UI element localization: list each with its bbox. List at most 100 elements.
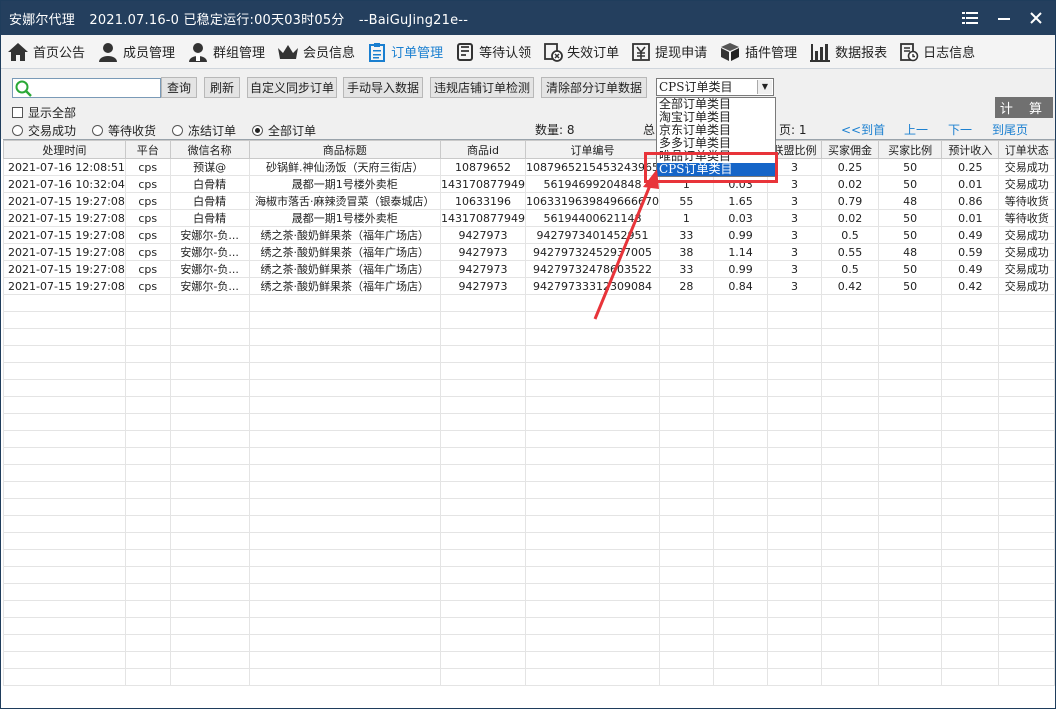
- table-cell: 94279733312309084: [524, 277, 660, 295]
- chevron-down-icon[interactable]: ▼: [757, 80, 772, 94]
- radio-dot[interactable]: [12, 125, 23, 136]
- tab-home[interactable]: 首页公告: [1, 35, 91, 69]
- table-cell: [712, 617, 769, 635]
- column-header[interactable]: 预计收入: [941, 140, 1000, 159]
- query-button[interactable]: 查询: [161, 77, 197, 98]
- table-cell: [712, 549, 769, 567]
- column-header[interactable]: 订单状态: [998, 140, 1055, 159]
- radio-dot-selected[interactable]: [252, 125, 264, 136]
- table-cell: [3, 549, 126, 567]
- empty-row: [3, 583, 1055, 601]
- tab-orders[interactable]: 订单管理: [361, 35, 449, 69]
- table-cell: [248, 583, 441, 601]
- column-header[interactable]: 订单编号: [524, 140, 660, 159]
- radio-awaiting[interactable]: 等待收货: [92, 122, 156, 139]
- empty-row: [3, 498, 1055, 516]
- table-cell: [820, 396, 880, 414]
- user-label: --BaiGuJing21e--: [358, 12, 469, 28]
- table-cell: [169, 481, 250, 499]
- main-nav: 首页公告 成员管理 群组管理 会员信息 订单管理 等待认领 失效订单 提现申请: [1, 35, 1055, 69]
- column-header[interactable]: 微信名称: [169, 140, 250, 159]
- empty-row: [3, 345, 1055, 363]
- table-row[interactable]: 2021-07-16 10:32:04 cps 白骨精 晟都一期1号楼外卖柜 14317…: [3, 175, 1055, 193]
- table-cell: [878, 651, 943, 669]
- radio-frozen[interactable]: 冻结订单: [172, 122, 236, 139]
- tab-invalid[interactable]: 失效订单: [537, 35, 625, 69]
- table-cell: [3, 328, 126, 346]
- calculate-button[interactable]: 计 算: [995, 97, 1053, 118]
- total-label: 总: [643, 123, 656, 137]
- manual-import-button[interactable]: 手动导入数据: [343, 77, 423, 98]
- tab-pending[interactable]: 等待认领: [449, 35, 537, 69]
- column-header[interactable]: 处理时间: [3, 140, 126, 159]
- table-cell: [767, 311, 822, 329]
- tab-reports[interactable]: 数据报表: [803, 35, 893, 69]
- order-count: 数量: 8: [535, 123, 575, 137]
- table-row[interactable]: 2021-07-15 19:27:08 cps 安娜尔-负... 绣之茶·酸奶鲜果茶（…: [3, 260, 1055, 278]
- table-cell: 0.02: [820, 175, 880, 193]
- table-cell: 9427973: [439, 277, 526, 295]
- refresh-button[interactable]: 刷新: [204, 77, 240, 98]
- table-cell: [3, 345, 126, 363]
- table-cell: 2021-07-16 12:08:51: [3, 158, 126, 176]
- table-cell: [124, 464, 171, 482]
- radio-success[interactable]: 交易成功: [12, 122, 76, 139]
- tab-withdraw[interactable]: 提现申请: [625, 35, 713, 69]
- table-cell: 143170877949: [439, 175, 526, 193]
- custom-sync-button[interactable]: 自定义同步订单: [247, 77, 337, 98]
- table-cell: [767, 362, 822, 380]
- column-header[interactable]: 商品id: [439, 140, 526, 159]
- table-cell: [941, 430, 1000, 448]
- column-header[interactable]: 商品标题: [248, 140, 441, 159]
- table-row[interactable]: 2021-07-15 19:27:08 cps 安娜尔-负... 绣之茶·酸奶鲜果茶（…: [3, 226, 1055, 244]
- tab-plugins[interactable]: 插件管理: [713, 35, 803, 69]
- column-header[interactable]: 平台: [124, 140, 171, 159]
- table-cell: [169, 634, 250, 652]
- table-cell: [878, 345, 943, 363]
- table-cell: [439, 668, 526, 686]
- table-cell: [3, 379, 126, 397]
- close-icon[interactable]: [1019, 1, 1053, 35]
- table-row[interactable]: 2021-07-15 19:27:08 cps 安娜尔-负... 绣之茶·酸奶鲜果茶（…: [3, 277, 1055, 295]
- radio-all[interactable]: 全部订单: [252, 122, 316, 139]
- table-row[interactable]: 2021-07-15 19:27:08 cps 白骨精 晟都一期1号楼外卖柜 14317…: [3, 209, 1055, 227]
- violation-check-button[interactable]: 违规店铺订单检测: [430, 77, 534, 98]
- show-all-checkbox[interactable]: 显示全部: [12, 104, 76, 121]
- table-cell: 55: [658, 192, 714, 210]
- table-cell: [3, 566, 126, 584]
- table-cell: 2021-07-16 10:32:04: [3, 175, 126, 193]
- tab-groups[interactable]: 群组管理: [181, 35, 271, 69]
- table-cell: [124, 600, 171, 618]
- category-select[interactable]: CPS订单类目 ▼: [656, 78, 774, 96]
- table-cell: [820, 464, 880, 482]
- table-cell: [248, 634, 441, 652]
- checkbox-box[interactable]: [12, 107, 23, 118]
- table-cell: 0.59: [941, 243, 1000, 261]
- table-cell: 交易成功: [998, 226, 1055, 244]
- column-header[interactable]: 买家比例: [878, 140, 943, 159]
- table-cell: [248, 651, 441, 669]
- search-input[interactable]: [12, 78, 161, 98]
- table-cell: 38: [658, 243, 714, 261]
- clear-partial-button[interactable]: 清除部分订单数据: [541, 77, 647, 98]
- column-header[interactable]: 买家佣金: [820, 140, 880, 159]
- tab-vip[interactable]: 会员信息: [271, 35, 361, 69]
- table-header-row: 处理时间 平台 微信名称 商品标题 商品id 订单编号 联盟比例 买家佣金 买家比例 预计收入 订单…: [3, 140, 1055, 159]
- table-cell: 交易成功: [998, 175, 1055, 193]
- table-cell: [524, 396, 660, 414]
- table-row[interactable]: 2021-07-15 19:27:08 cps 白骨精 海椒市落舌·麻辣烫冒菜（银泰城…: [3, 192, 1055, 210]
- menu-icon[interactable]: [953, 1, 987, 35]
- table-cell: [712, 498, 769, 516]
- status-filter: 交易成功 等待收货 冻结订单 全部订单: [12, 122, 332, 139]
- table-cell: 绣之茶·酸奶鲜果茶（福年广场店）: [248, 226, 441, 244]
- table-row[interactable]: 2021-07-15 19:27:08 cps 安娜尔-负... 绣之茶·酸奶鲜果茶（…: [3, 243, 1055, 261]
- table-cell: [169, 583, 250, 601]
- table-row[interactable]: 2021-07-16 12:08:51 cps 预谋@ 砂锅鲜.神仙汤饭（天府三街店）…: [3, 158, 1055, 176]
- tab-members[interactable]: 成员管理: [91, 35, 181, 69]
- invalid-order-icon: [544, 42, 563, 62]
- radio-dot[interactable]: [92, 125, 104, 136]
- minimize-icon[interactable]: [987, 1, 1021, 35]
- table-cell: [439, 634, 526, 652]
- radio-dot[interactable]: [172, 125, 184, 136]
- tab-logs[interactable]: 日志信息: [893, 35, 981, 69]
